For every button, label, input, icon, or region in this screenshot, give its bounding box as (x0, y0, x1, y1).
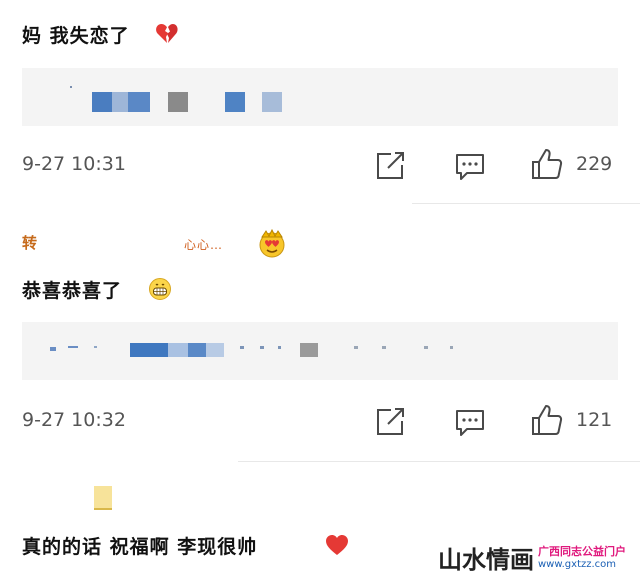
share-icon (377, 152, 404, 179)
post3-avatar[interactable] (94, 486, 112, 510)
post2-text-content: 恭喜恭喜了 (22, 280, 123, 302)
post1-quote-card[interactable] (22, 68, 618, 126)
post3-text: 真的的话 祝福啊 李现很帅 (22, 532, 257, 559)
post3-text-content: 真的的话 祝福啊 李现很帅 (22, 536, 258, 558)
post1-text: 妈 我失恋了 (22, 21, 130, 48)
comment-icon (456, 410, 484, 436)
post1-timestamp: 9-27 10:31 (22, 153, 126, 175)
post2-username-text: 转 (22, 234, 38, 252)
post2-share-button[interactable] (374, 407, 406, 437)
thumbs-up-icon (532, 405, 563, 435)
watermark-subtitle-text: 广西同志公益门户 (538, 545, 626, 558)
post1-like-button[interactable]: 229 (530, 147, 612, 181)
post2-username-tail-text: 心心… (184, 238, 224, 252)
post1-comment-button[interactable] (454, 152, 486, 182)
post2-time: 9-27 10:32 (22, 409, 126, 431)
share-icon (377, 408, 404, 435)
post2-like-count: 121 (576, 409, 613, 431)
comment-icon (456, 154, 484, 180)
crown-heart-face-icon (259, 228, 285, 258)
watermark-url: www.gxtzz.com (538, 559, 617, 570)
post1-like-count: 229 (576, 153, 613, 175)
watermark-brand-text: 山水情画 (438, 545, 534, 574)
red-heart-icon (326, 535, 348, 555)
grin-face-icon (149, 278, 171, 300)
post1-share-button[interactable] (374, 151, 406, 181)
post2-username[interactable]: 转 (22, 232, 37, 253)
post2-quote-card[interactable] (22, 322, 618, 380)
post2-comment-button[interactable] (454, 408, 486, 438)
post2-divider (238, 461, 640, 462)
post2-text: 恭喜恭喜了 (22, 276, 122, 303)
watermark-brand: 山水情画 (438, 540, 534, 575)
thumbs-up-icon (532, 149, 563, 179)
post1-text-content: 妈 我失恋了 (22, 25, 130, 47)
post1-time: 9-27 10:31 (22, 153, 126, 175)
post2-like-button[interactable]: 121 (530, 403, 612, 437)
post2-username-tail: 心心… (184, 236, 223, 253)
broken-heart-icon (156, 24, 178, 43)
watermark-subtitle: 广西同志公益门户 www.gxtzz.com (538, 543, 638, 570)
post2-timestamp: 9-27 10:32 (22, 409, 126, 431)
post1-divider (412, 203, 640, 204)
